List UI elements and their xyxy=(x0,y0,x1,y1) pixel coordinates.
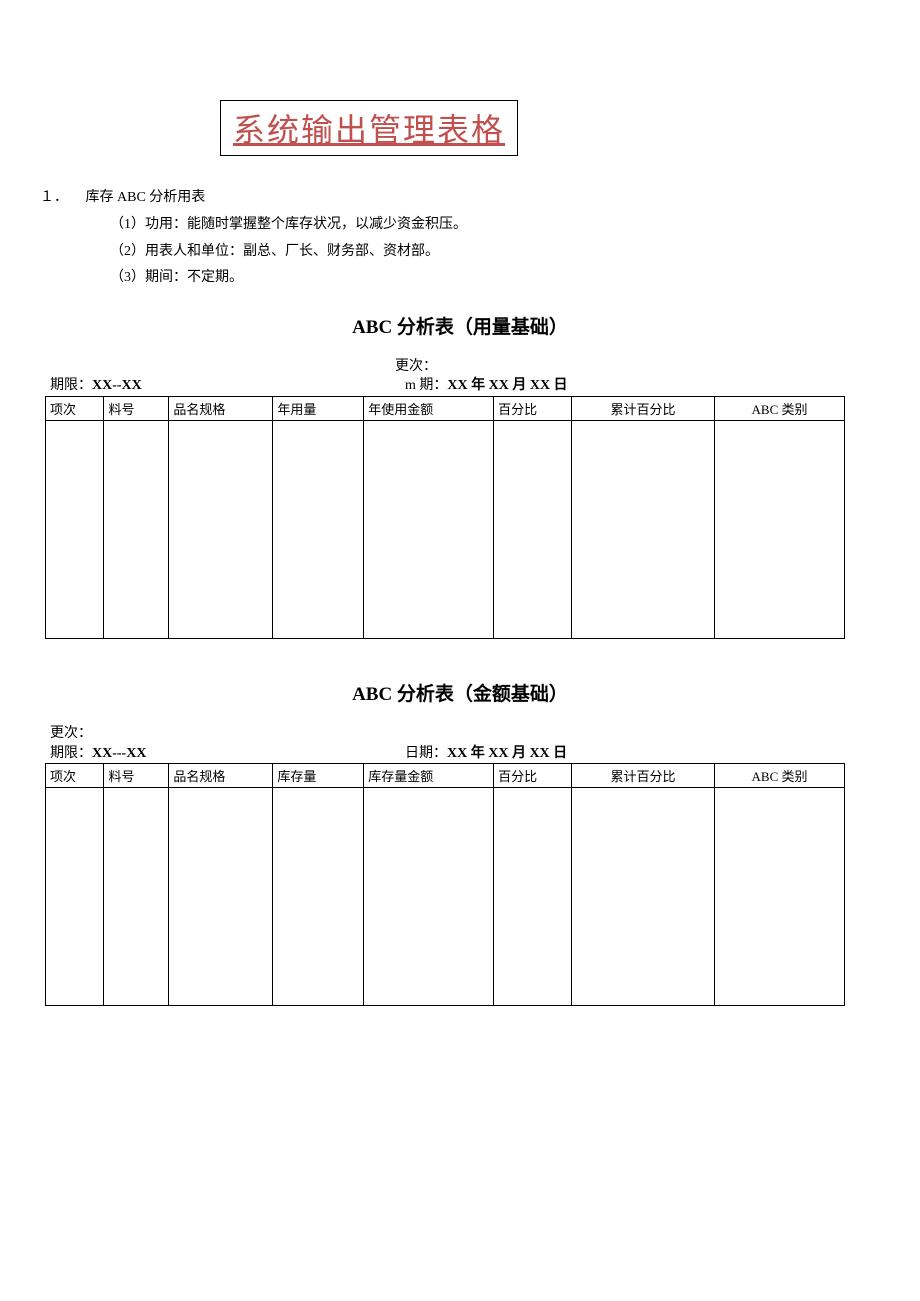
table1-header-c3: 品名规格 xyxy=(169,396,273,420)
table-cell xyxy=(273,420,364,638)
table-row xyxy=(46,420,845,638)
section-heading: １． 库存 ABC 分析用表 xyxy=(40,186,880,206)
table-cell xyxy=(364,420,494,638)
table1-period-label: 期限： xyxy=(50,378,92,393)
table1-period-value: XX--XX xyxy=(92,378,142,393)
table-cell xyxy=(715,420,845,638)
table-cell xyxy=(46,420,104,638)
page-title: 系统输出管理表格 xyxy=(233,112,505,148)
page-title-box: 系统输出管理表格 xyxy=(220,100,518,156)
table2-header-c6: 百分比 xyxy=(494,764,572,788)
table-cell xyxy=(273,788,364,1006)
table1-header-c8: ABC 类别 xyxy=(715,396,845,420)
table-cell xyxy=(104,420,169,638)
table1-meta-row1: 更次： xyxy=(40,357,880,377)
table1: 项次 料号 品名规格 年用量 年使用金额 百分比 累计百分比 ABC 类别 xyxy=(45,396,845,639)
table-cell xyxy=(494,788,572,1006)
table2-meta-row2: 期限：XX---XX 日期：XX 年 XX 月 XX 日 xyxy=(50,744,880,764)
table-header-row: 项次 料号 品名规格 年用量 年使用金额 百分比 累计百分比 ABC 类别 xyxy=(46,396,845,420)
table2-date-label: 日期： xyxy=(405,746,447,761)
table2-update-label: 更次： xyxy=(50,724,92,744)
table1-subtitle: ABC 分析表（用量基础） xyxy=(40,312,880,339)
table1-update-label: 更次： xyxy=(395,357,880,377)
table2-subtitle: ABC 分析表（金额基础） xyxy=(40,679,880,706)
bullet-item: （2）用表人和单位：副总、厂长、财务部、资材部。 xyxy=(110,239,880,266)
table-cell xyxy=(572,788,715,1006)
table2-header-c7: 累计百分比 xyxy=(572,764,715,788)
section-label: 库存 ABC 分析用表 xyxy=(86,190,206,205)
table1-date-label: m 期： xyxy=(405,378,447,393)
table2-header-c2: 料号 xyxy=(104,764,169,788)
table2-header-c5: 库存量金额 xyxy=(364,764,494,788)
table-cell xyxy=(572,420,715,638)
table-cell xyxy=(104,788,169,1006)
table1-date-value: XX 年 XX 月 XX 日 xyxy=(447,378,567,393)
table-header-row: 项次 料号 品名规格 库存量 库存量金额 百分比 累计百分比 ABC 类别 xyxy=(46,764,845,788)
table2-header-c3: 品名规格 xyxy=(169,764,273,788)
table-cell xyxy=(169,420,273,638)
table2-meta-row1: 更次： xyxy=(50,724,880,744)
table-cell xyxy=(715,788,845,1006)
table2-header-c1: 项次 xyxy=(46,764,104,788)
table1-header-c5: 年使用金额 xyxy=(364,396,494,420)
bullet-list: （1）功用：能随时掌握整个库存状况，以减少资金积压。 （2）用表人和单位：副总、… xyxy=(110,212,880,292)
table1-header-c4: 年用量 xyxy=(273,396,364,420)
table2-header-c8: ABC 类别 xyxy=(715,764,845,788)
section-number: １． xyxy=(40,190,68,205)
table-cell xyxy=(169,788,273,1006)
table-cell xyxy=(46,788,104,1006)
table2: 项次 料号 品名规格 库存量 库存量金额 百分比 累计百分比 ABC 类别 xyxy=(45,763,845,1006)
table1-header-c2: 料号 xyxy=(104,396,169,420)
table1-header-c6: 百分比 xyxy=(494,396,572,420)
table2-header-c4: 库存量 xyxy=(273,764,364,788)
bullet-item: （1）功用：能随时掌握整个库存状况，以减少资金积压。 xyxy=(110,212,880,239)
table1-header-c1: 项次 xyxy=(46,396,104,420)
table-cell xyxy=(494,420,572,638)
table2-period-value: XX---XX xyxy=(92,746,146,761)
table2-date-value: XX 年 XX 月 XX 日 xyxy=(447,746,567,761)
table1-meta-row2: 期限：XX--XX m 期：XX 年 XX 月 XX 日 xyxy=(50,376,880,396)
table1-header-c7: 累计百分比 xyxy=(572,396,715,420)
table-cell xyxy=(364,788,494,1006)
table-row xyxy=(46,788,845,1006)
table2-period-label: 期限： xyxy=(50,746,92,761)
bullet-item: （3）期间：不定期。 xyxy=(110,265,880,292)
